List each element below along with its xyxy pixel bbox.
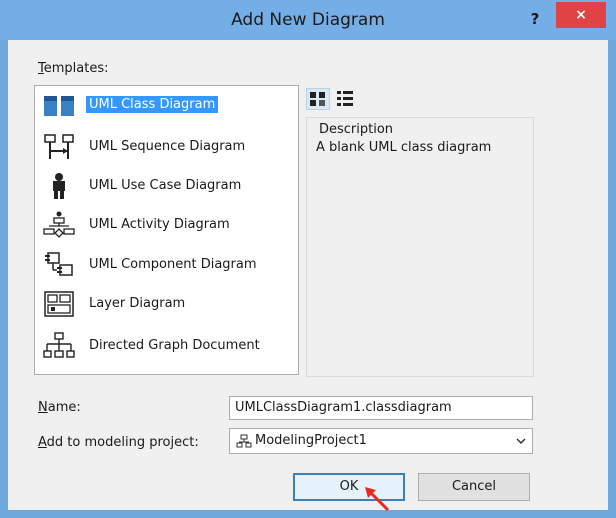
- sequence-diagram-icon: [44, 134, 74, 159]
- component-diagram-icon: [45, 252, 73, 276]
- chevron-down-icon[interactable]: [516, 437, 526, 445]
- template-item-uml-class-diagram[interactable]: UML Class Diagram: [39, 89, 294, 123]
- class-diagram-icon: [44, 96, 74, 116]
- project-label: Add to modeling project:: [38, 435, 199, 450]
- project-select-value: ModelingProject1: [255, 433, 367, 448]
- large-icons-view-icon[interactable]: [306, 88, 330, 110]
- close-button[interactable]: ×: [556, 2, 606, 28]
- templates-label: Templates:: [38, 61, 109, 76]
- pointer-arrow-icon: [365, 487, 390, 512]
- list-view-icon[interactable]: [334, 88, 356, 110]
- help-button[interactable]: ?: [524, 8, 546, 30]
- templates-list[interactable]: UML Class Diagram UML Sequence Diagram U: [34, 85, 299, 375]
- activity-diagram-icon: [43, 211, 75, 238]
- template-item-uml-sequence-diagram[interactable]: UML Sequence Diagram: [39, 130, 294, 164]
- template-item-directed-graph-document[interactable]: Directed Graph Document: [39, 329, 294, 363]
- template-item-uml-activity-diagram[interactable]: UML Activity Diagram: [39, 208, 294, 242]
- project-select[interactable]: ModelingProject1: [229, 428, 533, 454]
- template-label: UML Use Case Diagram: [89, 178, 242, 193]
- template-item-uml-use-case-diagram[interactable]: UML Use Case Diagram: [39, 169, 294, 203]
- name-input[interactable]: UMLClassDiagram1.classdiagram: [229, 396, 533, 420]
- modeling-project-icon: [236, 434, 252, 448]
- description-panel: Description A blank UML class diagram: [306, 117, 534, 377]
- template-label: Directed Graph Document: [89, 338, 260, 353]
- directed-graph-icon: [43, 332, 75, 358]
- cancel-button[interactable]: Cancel: [418, 473, 530, 501]
- name-label: Name:: [38, 400, 81, 415]
- template-label: UML Activity Diagram: [89, 217, 230, 232]
- template-label: UML Sequence Diagram: [89, 139, 246, 154]
- template-label: Layer Diagram: [89, 296, 186, 311]
- description-text: A blank UML class diagram: [316, 140, 492, 155]
- title-bar: Add New Diagram ? ×: [0, 0, 616, 40]
- use-case-diagram-icon: [53, 173, 65, 199]
- template-label: UML Component Diagram: [89, 257, 257, 272]
- template-item-layer-diagram[interactable]: Layer Diagram: [39, 287, 294, 321]
- add-new-diagram-dialog: Add New Diagram ? × Templates: UML Class…: [0, 0, 616, 518]
- description-title: Description: [319, 122, 394, 137]
- template-label: UML Class Diagram: [86, 96, 219, 113]
- view-toggle: [306, 88, 366, 110]
- template-item-uml-component-diagram[interactable]: UML Component Diagram: [39, 248, 294, 282]
- layer-diagram-icon: [44, 291, 74, 317]
